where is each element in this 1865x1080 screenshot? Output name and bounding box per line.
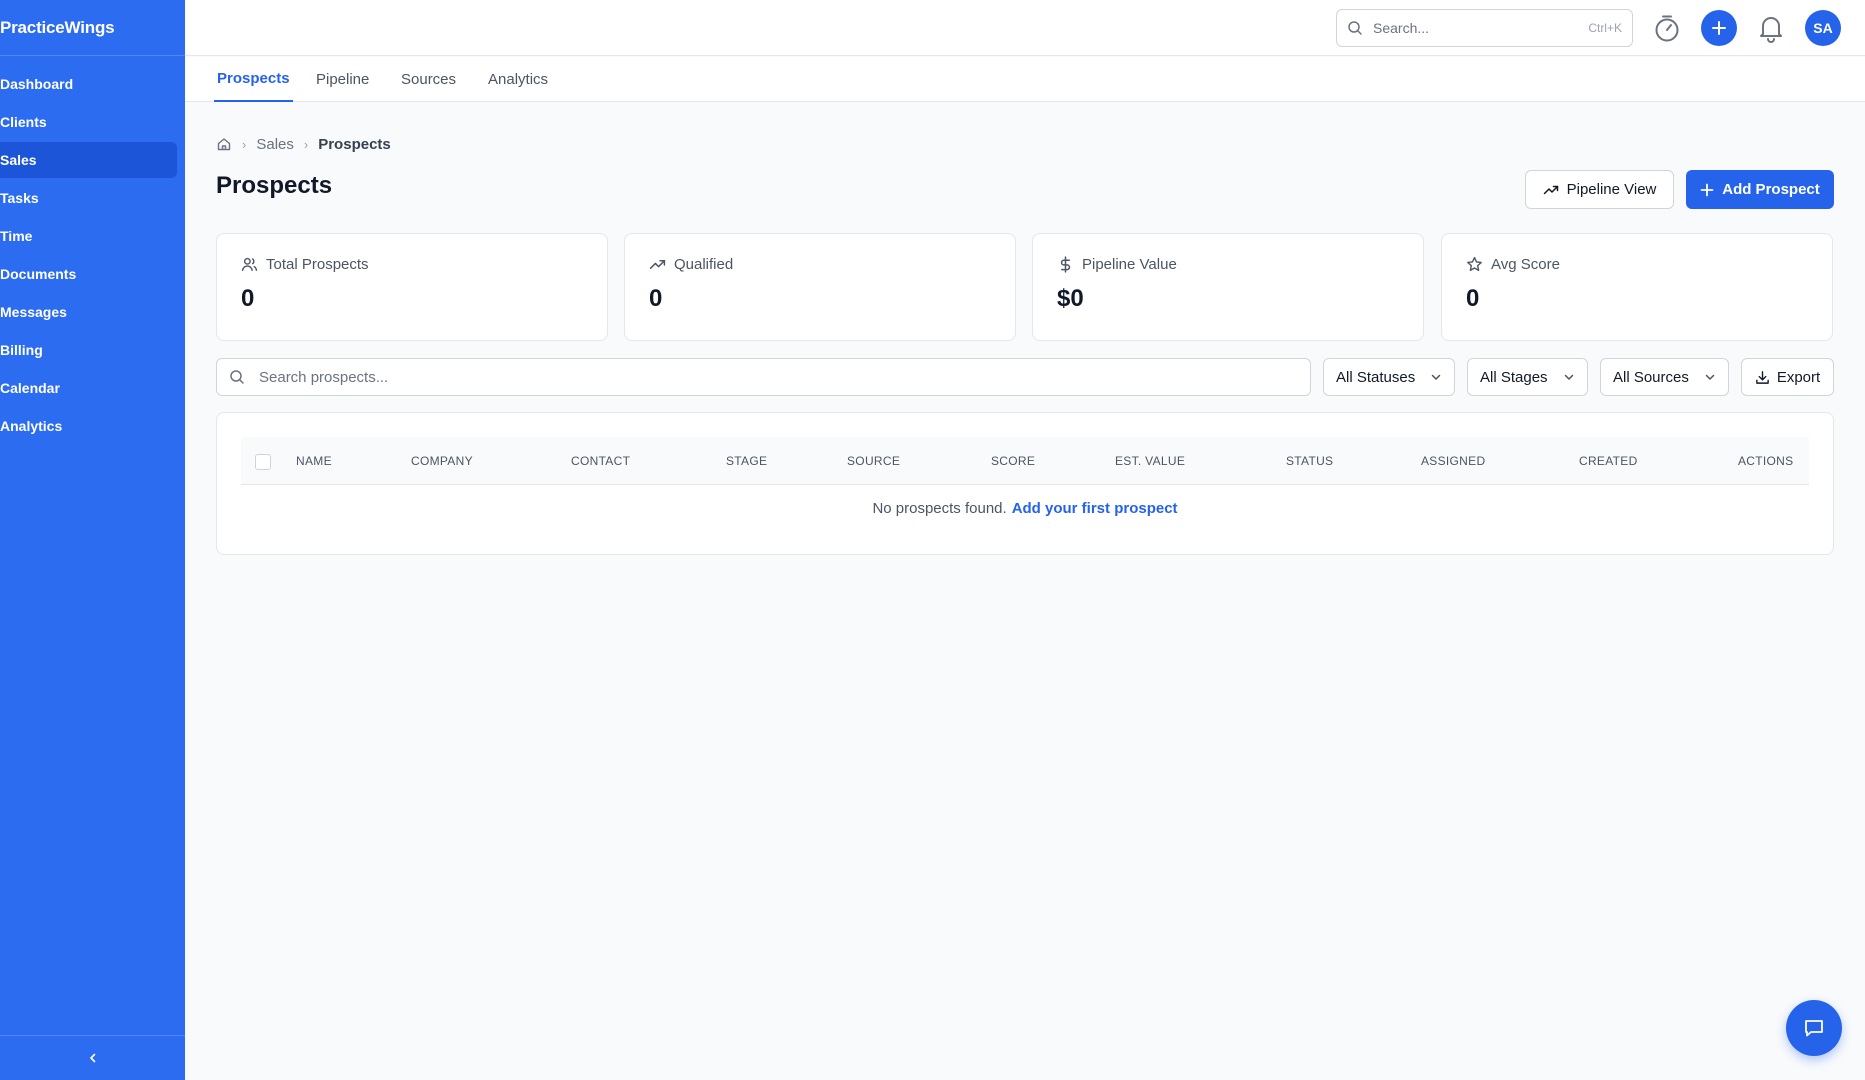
star-icon <box>1467 256 1482 272</box>
chevron-left-icon <box>89 1053 95 1063</box>
search-icon <box>1348 21 1362 35</box>
stat-value: 0 <box>241 285 255 312</box>
export-label: Export <box>1776 368 1821 386</box>
table-empty-state: No prospects found. Add your first prosp… <box>241 485 1809 531</box>
notifications-button[interactable] <box>1754 11 1788 45</box>
chat-bubble-icon <box>1805 1020 1823 1037</box>
column-header-score[interactable]: SCORE <box>991 437 1035 485</box>
chevron-down-icon <box>1564 374 1574 380</box>
sidebar-item-clients[interactable]: Clients <box>0 104 177 140</box>
sidebar-item-time[interactable]: Time <box>0 218 177 254</box>
stat-card-avg-score: Avg Score 0 <box>1441 233 1833 341</box>
sidebar-item-messages[interactable]: Messages <box>0 294 177 330</box>
source-filter-value: All Sources <box>1613 368 1689 386</box>
table-header-row: NAME COMPANY CONTACT STAGE SOURCE SCORE … <box>241 437 1809 485</box>
breadcrumb-sales[interactable]: Sales <box>256 136 294 153</box>
trending-up-icon <box>649 260 666 269</box>
plus-icon <box>1700 183 1714 196</box>
chevron-right-icon: › <box>303 136 309 152</box>
column-header-created[interactable]: CREATED <box>1579 437 1638 485</box>
global-search-input[interactable] <box>1373 20 1589 36</box>
plus-icon <box>1712 21 1726 35</box>
source-filter-select[interactable]: All Sources <box>1600 358 1729 396</box>
quick-add-button[interactable] <box>1701 10 1737 46</box>
bell-icon <box>1760 17 1782 43</box>
chat-button[interactable] <box>1786 1000 1842 1056</box>
status-filter-select[interactable]: All Statuses <box>1323 358 1455 396</box>
sidebar-item-analytics[interactable]: Analytics <box>0 408 177 444</box>
column-header-name[interactable]: NAME <box>296 437 332 485</box>
sidebar-item-dashboard[interactable]: Dashboard <box>0 66 177 102</box>
stat-label: Qualified <box>674 256 734 273</box>
collapse-sidebar-button[interactable] <box>81 1046 105 1070</box>
add-prospect-button[interactable]: Add Prospect <box>1686 170 1834 209</box>
global-search[interactable]: Ctrl+K <box>1336 9 1633 47</box>
prospect-search[interactable] <box>216 358 1311 396</box>
user-avatar[interactable]: SA <box>1805 10 1841 46</box>
sidebar: PracticeWings Dashboard Clients Sales Ta… <box>0 0 185 1080</box>
column-header-stage[interactable]: STAGE <box>726 437 767 485</box>
download-icon <box>1755 370 1769 384</box>
home-icon[interactable] <box>216 136 232 152</box>
export-button[interactable]: Export <box>1741 358 1834 396</box>
sidebar-item-calendar[interactable]: Calendar <box>0 370 177 406</box>
stat-label: Avg Score <box>1491 256 1560 273</box>
trending-up-icon <box>1543 185 1558 194</box>
stat-label: Total Prospects <box>266 256 369 273</box>
prospects-table: NAME COMPANY CONTACT STAGE SOURCE SCORE … <box>216 412 1834 555</box>
stage-filter-value: All Stages <box>1480 368 1548 386</box>
tab-sources[interactable]: Sources <box>401 57 456 102</box>
chevron-down-icon <box>1431 374 1441 380</box>
pipeline-view-button[interactable]: Pipeline View <box>1525 170 1674 209</box>
brand-logo[interactable]: PracticeWings <box>0 0 185 56</box>
stat-value: $0 <box>1057 285 1084 312</box>
search-shortcut-hint: Ctrl+K <box>1588 21 1622 35</box>
chevron-down-icon <box>1705 374 1715 380</box>
sidebar-item-documents[interactable]: Documents <box>0 256 177 292</box>
timer-button[interactable] <box>1651 12 1683 44</box>
dollar-icon <box>1060 256 1071 273</box>
sidebar-item-billing[interactable]: Billing <box>0 332 177 368</box>
column-header-source[interactable]: SOURCE <box>847 437 900 485</box>
sidebar-nav: Dashboard Clients Sales Tasks Time Docum… <box>0 56 185 444</box>
stat-label: Pipeline Value <box>1082 256 1177 273</box>
status-filter-value: All Statuses <box>1336 368 1416 386</box>
column-header-contact[interactable]: CONTACT <box>571 437 630 485</box>
tab-pipeline[interactable]: Pipeline <box>316 57 369 102</box>
stage-filter-select[interactable]: All Stages <box>1467 358 1588 396</box>
tab-analytics[interactable]: Analytics <box>488 57 548 102</box>
add-first-prospect-link[interactable]: Add your first prospect <box>1012 500 1178 517</box>
stat-card-pipeline-value: Pipeline Value $0 <box>1032 233 1424 341</box>
stat-card-qualified: Qualified 0 <box>624 233 1016 341</box>
column-header-est-value[interactable]: EST. VALUE <box>1115 437 1185 485</box>
stat-value: 0 <box>1466 285 1480 312</box>
page-title: Prospects <box>216 172 333 199</box>
topbar: Ctrl+K SA <box>185 0 1865 56</box>
tab-prospects[interactable]: Prospects <box>214 57 293 102</box>
users-icon <box>241 257 258 271</box>
column-header-actions: ACTIONS <box>1738 454 1794 468</box>
prospect-search-input[interactable] <box>259 368 1298 386</box>
column-header-assigned[interactable]: ASSIGNED <box>1421 437 1485 485</box>
stopwatch-icon <box>1655 15 1679 42</box>
add-prospect-label: Add Prospect <box>1722 181 1820 198</box>
select-all-checkbox[interactable] <box>255 454 271 470</box>
breadcrumb: › Sales › Prospects <box>216 133 391 155</box>
pipeline-view-label: Pipeline View <box>1566 181 1657 198</box>
column-header-company[interactable]: COMPANY <box>411 437 473 485</box>
breadcrumb-current: Prospects <box>318 135 391 153</box>
sidebar-item-tasks[interactable]: Tasks <box>0 180 177 216</box>
column-header-status[interactable]: STATUS <box>1286 437 1333 485</box>
chevron-right-icon: › <box>242 136 247 152</box>
stat-value: 0 <box>649 285 663 312</box>
search-icon <box>230 370 244 384</box>
empty-state-text: No prospects found. <box>872 499 1007 517</box>
sidebar-item-sales[interactable]: Sales <box>0 142 177 178</box>
sidebar-footer <box>0 1035 185 1080</box>
stat-card-total-prospects: Total Prospects 0 <box>216 233 608 341</box>
sales-tabs: Prospects Pipeline Sources Analytics <box>185 57 1865 102</box>
